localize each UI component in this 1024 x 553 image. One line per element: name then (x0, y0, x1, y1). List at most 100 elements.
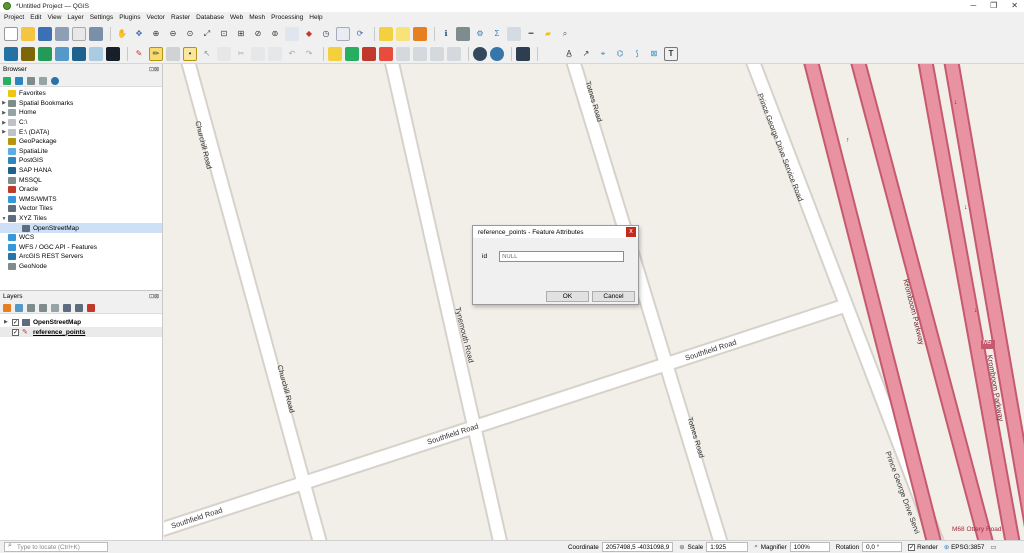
scale-lock-icon[interactable]: ⊛ (679, 544, 684, 551)
rotate-label-icon[interactable] (413, 46, 427, 61)
browser-item[interactable]: Favorites (0, 89, 162, 99)
style-layer-icon[interactable] (3, 303, 11, 312)
tree-expand-arrow-icon[interactable]: ▼ (0, 216, 8, 222)
select-features-icon[interactable] (379, 26, 393, 41)
browser-item[interactable]: WMS/WMTS (0, 195, 162, 205)
current-edits-icon[interactable]: ✎ (132, 47, 146, 61)
show-hide-labels-icon[interactable] (447, 46, 461, 61)
print-layout-icon[interactable] (72, 26, 86, 41)
layer-labeling-icon[interactable] (345, 46, 359, 61)
text-annotation-icon[interactable]: A̲ (562, 47, 576, 61)
tree-expand-arrow-icon[interactable]: ▶ (0, 120, 8, 126)
pin-labels-icon[interactable] (362, 46, 376, 61)
pan-to-selection-icon[interactable]: ✥ (132, 27, 146, 41)
new-map-view-icon[interactable] (285, 26, 299, 41)
help-icon[interactable] (516, 46, 530, 61)
zoom-native-icon[interactable]: ⊙ (183, 27, 197, 41)
add-point-feature-icon[interactable]: • (183, 46, 197, 61)
coordinate-field[interactable]: 2057498,5 -4031098,9 (601, 542, 674, 552)
browser-item[interactable]: ▶ Home (0, 108, 162, 118)
node-tool-icon[interactable]: ⌖ (596, 47, 610, 61)
add-selected-icon[interactable] (3, 76, 11, 85)
refresh-icon[interactable]: ⟳ (353, 27, 367, 41)
add-mesh-layer-icon[interactable] (106, 46, 120, 61)
messages-icon[interactable]: ▭ (990, 544, 996, 551)
undo-icon[interactable]: ↶ (285, 47, 299, 61)
browser-item[interactable]: ▶ C:\ (0, 118, 162, 128)
crs-globe-icon[interactable]: ⊕ (944, 544, 949, 551)
browser-panel-close-button[interactable]: ⊡⊠ (149, 66, 159, 73)
paste-features-icon[interactable] (268, 46, 282, 61)
highlight-labels-icon[interactable] (379, 46, 393, 61)
menu-layer[interactable]: Layer (67, 14, 83, 21)
browser-item[interactable]: Vector Tiles (0, 204, 162, 214)
settings-gear-icon[interactable]: ⚙ (473, 27, 487, 41)
menu-web[interactable]: Web (230, 14, 243, 21)
move-label-icon[interactable] (396, 46, 410, 61)
menu-mesh[interactable]: Mesh (249, 14, 265, 21)
plugin-icon[interactable] (473, 46, 487, 61)
render-checkbox[interactable]: ✓ (908, 543, 916, 551)
cut-features-icon[interactable]: ✂ (234, 47, 248, 61)
layout-manager-icon[interactable] (89, 26, 103, 41)
reshape-icon[interactable]: ⌬ (613, 47, 627, 61)
save-project-icon[interactable] (38, 26, 52, 41)
map-tips-icon[interactable]: ▰ (541, 27, 555, 41)
filter-icon[interactable] (27, 76, 35, 85)
attribute-table-icon[interactable] (456, 26, 470, 41)
add-postgis-icon[interactable] (72, 46, 86, 61)
filter-by-expression-icon[interactable] (51, 303, 59, 312)
digitize-icon[interactable]: ↗ (579, 47, 593, 61)
layer-row-openstreetmap[interactable]: ▶ ✓ OpenStreetMap (0, 317, 162, 327)
python-console-icon[interactable] (490, 46, 504, 61)
magnifier-field[interactable]: 100% (789, 542, 830, 552)
browser-item[interactable]: ▼ XYZ Tiles (0, 214, 162, 224)
bookmark-icon[interactable]: ◆ (302, 27, 316, 41)
save-as-icon[interactable] (55, 26, 69, 41)
copy-features-icon[interactable] (251, 46, 265, 61)
rotation-field[interactable]: 0,0 ° (862, 542, 903, 552)
info-icon[interactable] (51, 76, 59, 85)
ok-button[interactable]: OK (546, 291, 589, 302)
layer-visibility-checkbox[interactable]: ✓ (12, 318, 19, 326)
browser-item[interactable]: GeoPackage (0, 137, 162, 147)
filter-legend-icon[interactable] (39, 303, 47, 312)
zoom-full-icon[interactable]: ⤢ (200, 27, 214, 41)
zoom-to-selection-icon[interactable]: ⊡ (217, 27, 231, 41)
select-by-value-icon[interactable] (396, 26, 410, 41)
manage-themes-icon[interactable] (27, 303, 35, 312)
temporal-controller-icon[interactable]: ◷ (319, 27, 333, 41)
identify-features-icon[interactable]: ℹ (439, 27, 453, 41)
split-features-icon[interactable]: ⟆ (630, 47, 644, 61)
label-tool-icon[interactable] (328, 46, 342, 61)
vertex-tool-icon[interactable]: ↖ (200, 47, 214, 61)
menu-view[interactable]: View (47, 14, 61, 21)
zoom-last-icon[interactable]: ⊘ (251, 27, 265, 41)
locator-search-input[interactable]: Type to locate (Ctrl+K) (4, 542, 108, 552)
cancel-button[interactable]: Cancel (592, 291, 635, 302)
refresh-icon[interactable] (15, 76, 23, 85)
close-window-button[interactable]: ✕ (1011, 1, 1018, 10)
browser-item[interactable]: ▶ E:\ (DATA) (0, 127, 162, 137)
scale-field[interactable]: 1:925 (706, 542, 749, 552)
merge-icon[interactable]: ⊠ (647, 47, 661, 61)
browser-item[interactable]: OpenStreetMap (0, 223, 162, 233)
statistics-sum-icon[interactable]: Σ (490, 27, 504, 41)
data-source-manager-icon[interactable] (4, 46, 18, 61)
collapse-all-icon[interactable] (39, 76, 47, 85)
save-edits-icon[interactable] (166, 46, 180, 61)
browser-item[interactable]: Oracle (0, 185, 162, 195)
browser-item[interactable]: GeoNode (0, 262, 162, 272)
menu-database[interactable]: Database (196, 14, 224, 21)
show-bookmarks-icon[interactable] (336, 26, 350, 41)
delete-selected-icon[interactable] (217, 46, 231, 61)
new-project-icon[interactable] (4, 26, 18, 41)
open-project-icon[interactable] (21, 26, 35, 41)
menu-settings[interactable]: Settings (90, 14, 114, 21)
open-table-icon[interactable] (507, 26, 521, 41)
id-field-input[interactable] (499, 251, 625, 262)
zoom-next-icon[interactable]: ⊚ (268, 27, 282, 41)
browser-item[interactable]: WCS (0, 233, 162, 243)
add-wms-icon[interactable] (89, 46, 103, 61)
new-geopackage-icon[interactable] (21, 46, 35, 61)
